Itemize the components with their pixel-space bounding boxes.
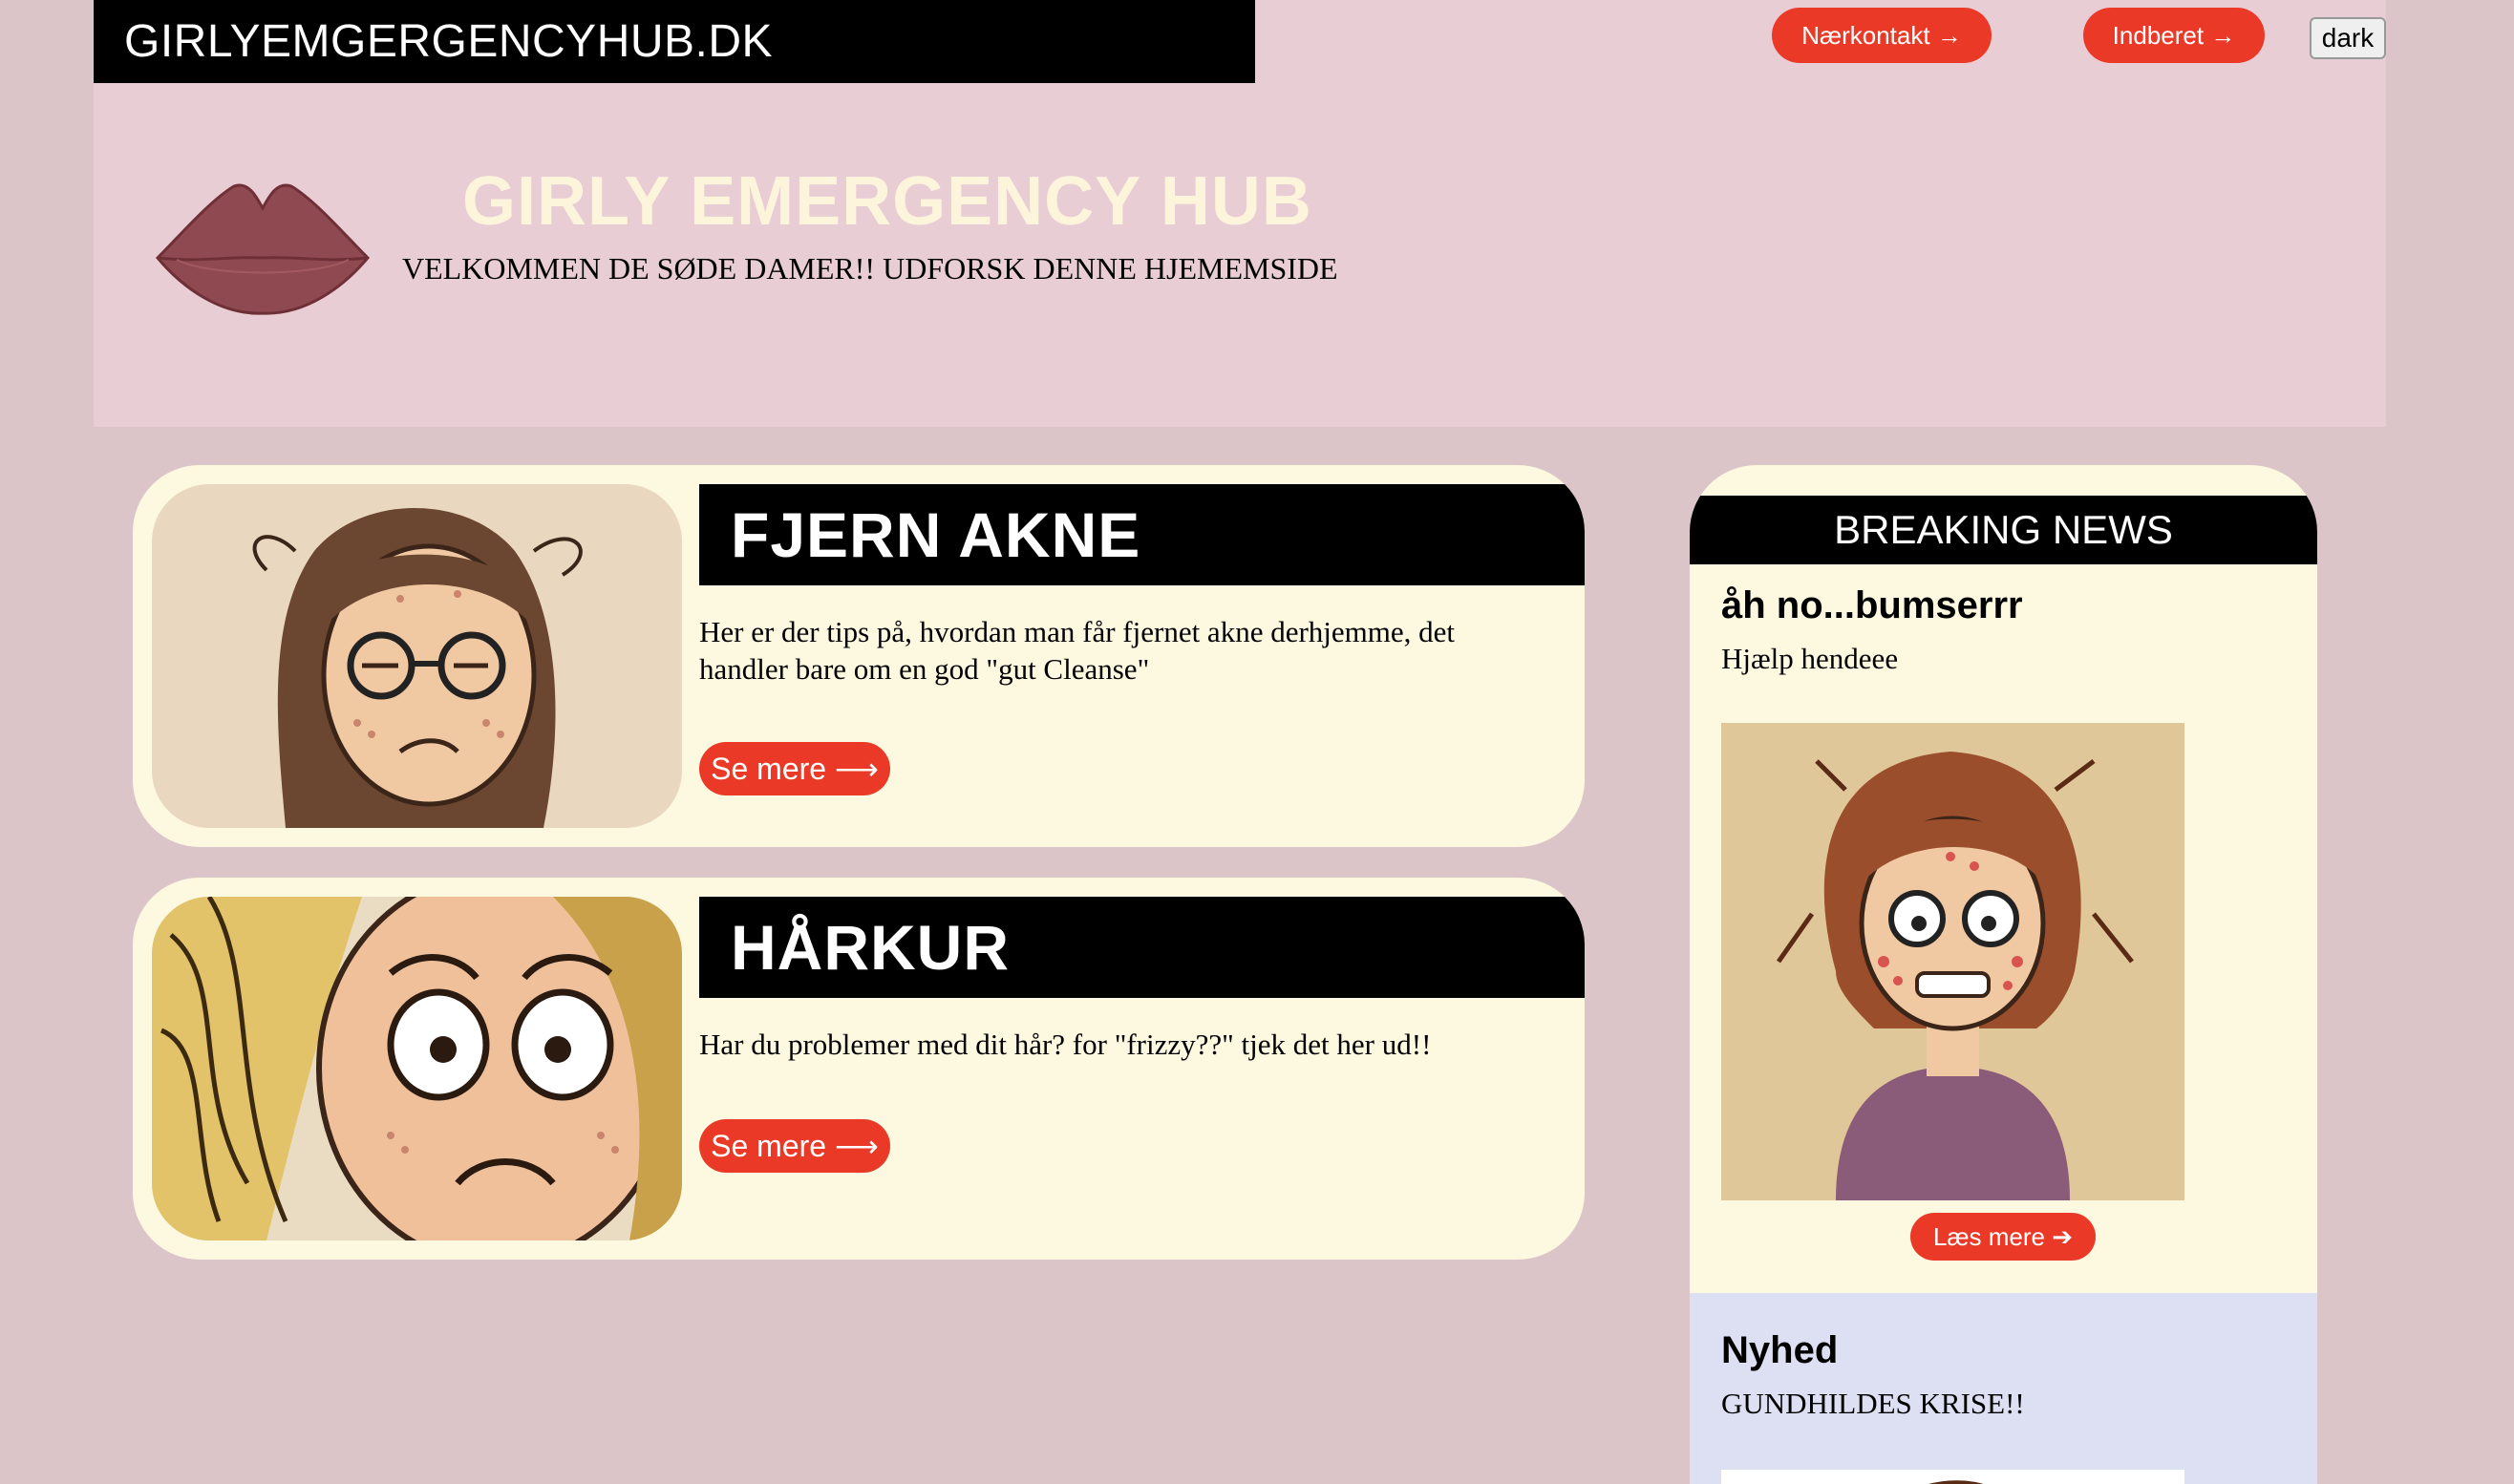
news-subtitle: Hjælp hendeee xyxy=(1721,642,1899,675)
site-brand[interactable]: GIRLYEMGERGENCYHUB.DK xyxy=(94,0,1255,83)
contact-button[interactable]: Nærkontakt → xyxy=(1772,8,1992,63)
card-acne: FJERN AKNE Her er der tips på, hvordan m… xyxy=(133,465,1585,847)
news-image xyxy=(1721,723,2184,1200)
card-hair-title: HÅRKUR xyxy=(699,897,1585,998)
nyhed-title: Nyhed xyxy=(1721,1329,1839,1371)
card-hair: HÅRKUR Har du problemer med dit hår? for… xyxy=(133,878,1585,1260)
news-read-more-button[interactable]: Læs mere ➔ xyxy=(1910,1213,2096,1261)
card-hair-image xyxy=(152,897,682,1240)
card-hair-see-more-button[interactable]: Se mere ⟶ xyxy=(699,1119,890,1173)
dark-mode-toggle[interactable]: dark xyxy=(2310,17,2386,59)
nyhed-subtitle: GUNDHILDES KRISE!! xyxy=(1721,1387,2025,1420)
page-title: GIRLY EMERGENCY HUB xyxy=(462,163,1312,240)
card-acne-see-more-button[interactable]: Se mere ⟶ xyxy=(699,742,890,795)
news-title: åh no...bumserrr xyxy=(1721,584,2023,626)
card-hair-text: Har du problemer med dit hår? for "frizz… xyxy=(699,1028,1432,1061)
breaking-news-panel: BREAKING NEWS åh no...bumserrr Hjælp hen… xyxy=(1690,465,2317,1484)
card-acne-image xyxy=(152,484,682,828)
lips-icon xyxy=(155,183,371,315)
breaking-news-heading: BREAKING NEWS xyxy=(1690,496,2317,564)
page-subtitle: VELKOMMEN DE SØDE DAMER!! UDFORSK DENNE … xyxy=(402,251,1338,286)
nyhed-image xyxy=(1721,1470,2184,1484)
report-button[interactable]: Indberet → xyxy=(2083,8,2265,63)
card-acne-text: Her er der tips på, hvordan man får fjer… xyxy=(699,615,1456,686)
card-acne-title: FJERN AKNE xyxy=(699,484,1585,585)
